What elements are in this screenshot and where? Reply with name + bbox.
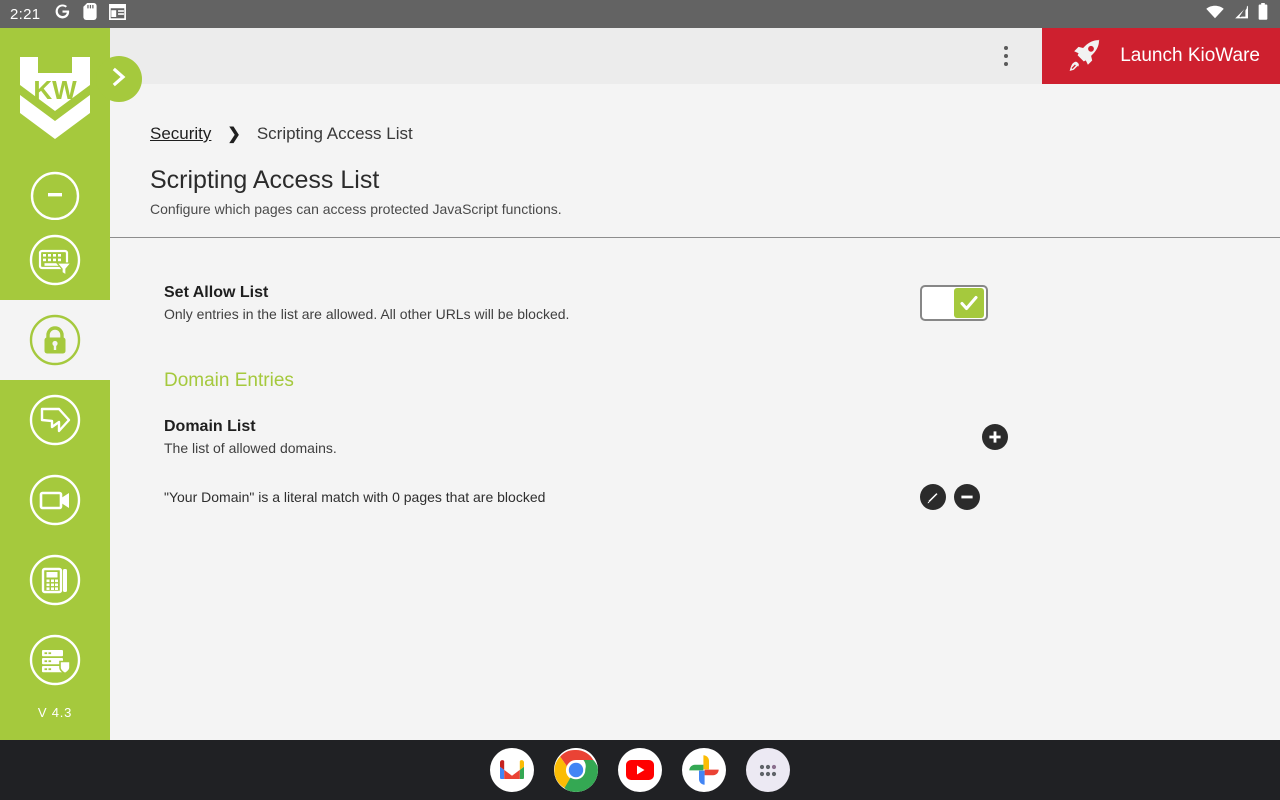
sidebar-item-partial-top[interactable] [0,168,110,220]
status-left-icons [54,3,127,25]
dock-app-photos[interactable] [682,748,726,792]
launch-kioware-label: Launch KioWare [1120,45,1260,66]
sidebar-version: V 4.3 [37,705,73,720]
kioware-logo: KW [0,28,110,168]
kioware-config-window: KW V 4.3 Launch KioWare Security ❯ Scrip… [0,28,1280,740]
checkmark-icon [958,292,980,314]
kebab-dot [1004,62,1009,66]
pencil-icon [926,490,941,505]
domain-list-actions [920,424,1240,450]
dock-app-youtube[interactable] [618,748,662,792]
status-clock: 2:21 [10,5,41,23]
dock-app-chrome[interactable] [554,748,598,792]
sidebar-item-media[interactable] [0,460,110,540]
content-area: Security ❯ Scripting Access List Scripti… [110,84,1280,740]
sidebar-nav [0,168,110,705]
setting-texts: Set Allow List Only entries in the list … [164,284,920,322]
allow-list-checkbox[interactable] [920,285,988,321]
breadcrumb-parent-link[interactable]: Security [150,124,211,144]
google-g-icon [54,3,71,25]
domain-list-description: The list of allowed domains. [164,440,337,456]
setting-row-allow-list: Set Allow List Only entries in the list … [110,284,1280,322]
android-dock [0,740,1280,800]
minus-icon [959,489,975,505]
sidebar-item-input[interactable] [0,220,110,300]
sd-card-icon [83,3,98,25]
sidebar-item-security[interactable] [0,300,110,380]
sidebar-item-devices[interactable] [0,540,110,620]
kebab-dot [1004,46,1009,50]
chevron-right-icon [108,66,130,93]
dock-app-drawer[interactable] [746,748,790,792]
section-title-domain-entries: Domain Entries [164,370,294,391]
edit-domain-button[interactable] [920,484,946,510]
domain-entry-row: "Your Domain" is a literal match with 0 … [110,484,1280,510]
add-domain-button[interactable] [982,424,1008,450]
page-title: Scripting Access List [150,166,380,194]
setting-title: Set Allow List [164,284,269,301]
sidebar-item-server[interactable] [0,620,110,700]
domain-entry-actions [920,484,1240,510]
app-topbar: Launch KioWare [110,28,1280,84]
sidebar-item-tags[interactable] [0,380,110,460]
android-status-bar: 2:21 [0,0,1280,28]
status-right-icons [1206,3,1268,25]
svg-text:KW: KW [33,75,77,105]
kebab-dot [1004,54,1009,58]
sidebar: KW V 4.3 [0,28,110,740]
overflow-menu-icon[interactable] [984,34,1028,78]
launch-kioware-button[interactable]: Launch KioWare [1042,28,1280,84]
page-header: Scripting Access List Configure which pa… [110,144,1280,217]
rocket-icon [1066,37,1104,75]
breadcrumb-current: Scripting Access List [256,124,413,143]
domain-list-texts: Domain List The list of allowed domains. [164,418,920,456]
domain-entry-label: "Your Domain" is a literal match with 0 … [164,489,546,505]
domain-list-title: Domain List [164,418,256,435]
breadcrumb: Security ❯ Scripting Access List [110,84,1280,144]
cell-signal-icon [1233,5,1249,24]
wifi-icon [1206,5,1224,24]
window-layout-icon [109,3,127,25]
checkbox-knob [954,288,984,318]
page-subtitle: Configure which pages can access protect… [150,201,562,217]
setting-description: Only entries in the list are allowed. Al… [164,306,570,322]
setting-control [920,285,1240,321]
header-divider [110,237,1280,238]
dock-app-gmail[interactable] [490,748,534,792]
plus-icon [987,429,1003,445]
setting-row-domain-list: Domain List The list of allowed domains. [110,418,1280,456]
remove-domain-button[interactable] [954,484,980,510]
battery-icon [1258,3,1268,25]
sidebar-collapse-button[interactable] [96,56,142,102]
breadcrumb-separator-icon: ❯ [227,126,241,143]
screen: 2:21 KW V 4.3 Launch KioWare Security ❯ … [0,0,1280,800]
